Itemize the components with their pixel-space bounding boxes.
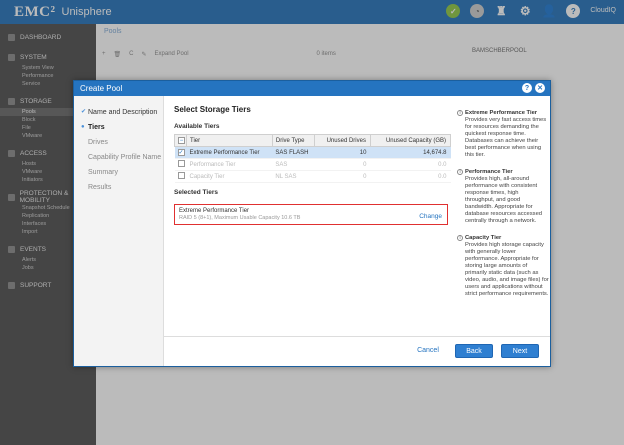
tier-info-block: i Extreme Performance Tier Provides very f… xyxy=(457,110,549,159)
info-text: Provides high, all-around performance wi… xyxy=(465,176,543,224)
tier-selection: Select Storage Tiers Available Tiers − T… xyxy=(174,96,452,336)
wizard-step[interactable]: Capability Profile Name xyxy=(74,150,163,165)
info-icon: i xyxy=(457,235,463,241)
cell-unused-drives: 0 xyxy=(314,170,371,183)
col-unused-capacity[interactable]: Unused Capacity (GB) xyxy=(369,134,452,147)
tier-checkbox xyxy=(177,160,185,167)
check-icon: ✔ xyxy=(81,109,87,115)
cell-drive-type: SAS xyxy=(272,158,315,171)
wizard-step-label: Summary xyxy=(88,169,118,176)
wizard-step-label: Results xyxy=(88,184,112,191)
tiers-table: − Tier Drive Type Unused Drives Unused C… xyxy=(174,134,452,183)
close-icon[interactable]: ✕ xyxy=(535,83,545,93)
tier-checkbox[interactable]: ✓ xyxy=(177,149,185,156)
info-title: Performance Tier xyxy=(465,169,513,175)
wizard-step[interactable]: ✔ Name and Description xyxy=(74,105,163,120)
col-tier[interactable]: Tier xyxy=(186,134,273,147)
tier-info-block: i Capacity Tier Provides high storage capa… xyxy=(457,235,549,298)
wizard-step-label: Drives xyxy=(88,139,108,146)
info-text: Provides very fast access times for reso… xyxy=(465,117,547,158)
info-text: Provides high storage capacity with gene… xyxy=(465,242,549,297)
table-row[interactable]: ✓ Extreme Performance Tier SAS FLASH 10 14,6… xyxy=(174,146,451,159)
section-heading: Select Storage Tiers xyxy=(174,105,251,114)
wizard-step[interactable]: ● Tiers xyxy=(74,120,163,135)
cell-tier: Performance Tier xyxy=(186,158,273,171)
info-title: Capacity Tier xyxy=(465,235,502,241)
table-row[interactable]: Performance Tier SAS 0 0.0 xyxy=(174,158,451,171)
tier-info-panel: i Extreme Performance Tier Provides very f… xyxy=(457,110,549,308)
next-button[interactable]: Next xyxy=(501,344,539,358)
col-unused-drives[interactable]: Unused Drives xyxy=(314,134,371,147)
cell-unused-capacity: 0.0 xyxy=(370,170,451,183)
cell-drive-type: NL SAS xyxy=(272,170,315,183)
wizard-step[interactable]: Results xyxy=(74,180,163,195)
info-icon: i xyxy=(457,110,463,116)
cell-drive-type: SAS FLASH xyxy=(272,146,315,159)
cell-tier: Capacity Tier xyxy=(186,170,273,183)
tier-checkbox xyxy=(177,172,185,179)
available-tiers-label: Available Tiers xyxy=(174,123,220,130)
wizard-step-label: Capability Profile Name xyxy=(88,154,162,161)
dialog-title: Create Pool xyxy=(80,84,123,93)
cancel-button[interactable]: Cancel xyxy=(409,344,447,358)
cell-unused-drives: 0 xyxy=(314,158,371,171)
info-title: Extreme Performance Tier xyxy=(465,110,538,116)
cell-tier: Extreme Performance Tier xyxy=(186,146,273,159)
selected-tier-detail: RAID 5 (8+1), Maximum Usable Capacity 10… xyxy=(179,215,301,221)
help-icon[interactable]: ? xyxy=(522,83,532,93)
selected-tiers-label: Selected Tiers xyxy=(174,189,218,196)
cell-unused-capacity: 14,674.8 xyxy=(370,146,451,159)
back-button[interactable]: Back xyxy=(455,344,493,358)
select-all-checkbox[interactable]: − xyxy=(174,134,187,147)
tier-info-block: i Performance Tier Provides high, all-arou… xyxy=(457,169,549,225)
wizard-step-label: Tiers xyxy=(88,124,105,131)
wizard-step[interactable]: Drives xyxy=(74,135,163,150)
change-link[interactable]: Change xyxy=(419,213,442,220)
dialog-header: Create Pool ? ✕ xyxy=(74,81,550,96)
dialog-footer: Cancel Back Next xyxy=(164,336,550,367)
cell-unused-drives: 10 xyxy=(314,146,371,159)
table-row[interactable]: Capacity Tier NL SAS 0 0.0 xyxy=(174,170,451,183)
cell-unused-capacity: 0.0 xyxy=(370,158,451,171)
selected-tier-title: Extreme Performance Tier xyxy=(179,208,250,214)
selected-tier-summary: Extreme Performance Tier RAID 5 (8+1), M… xyxy=(174,204,448,225)
wizard-steps: ✔ Name and Description ● Tiers Drives Capabil… xyxy=(74,96,164,366)
col-drive-type[interactable]: Drive Type xyxy=(271,134,316,147)
bullet-icon: ● xyxy=(81,124,85,130)
wizard-step[interactable]: Summary xyxy=(74,165,163,180)
info-icon: i xyxy=(457,169,463,175)
create-pool-dialog: Create Pool ? ✕ ✔ Name and Description ● Ti… xyxy=(73,80,551,367)
wizard-step-label: Name and Description xyxy=(88,109,158,116)
